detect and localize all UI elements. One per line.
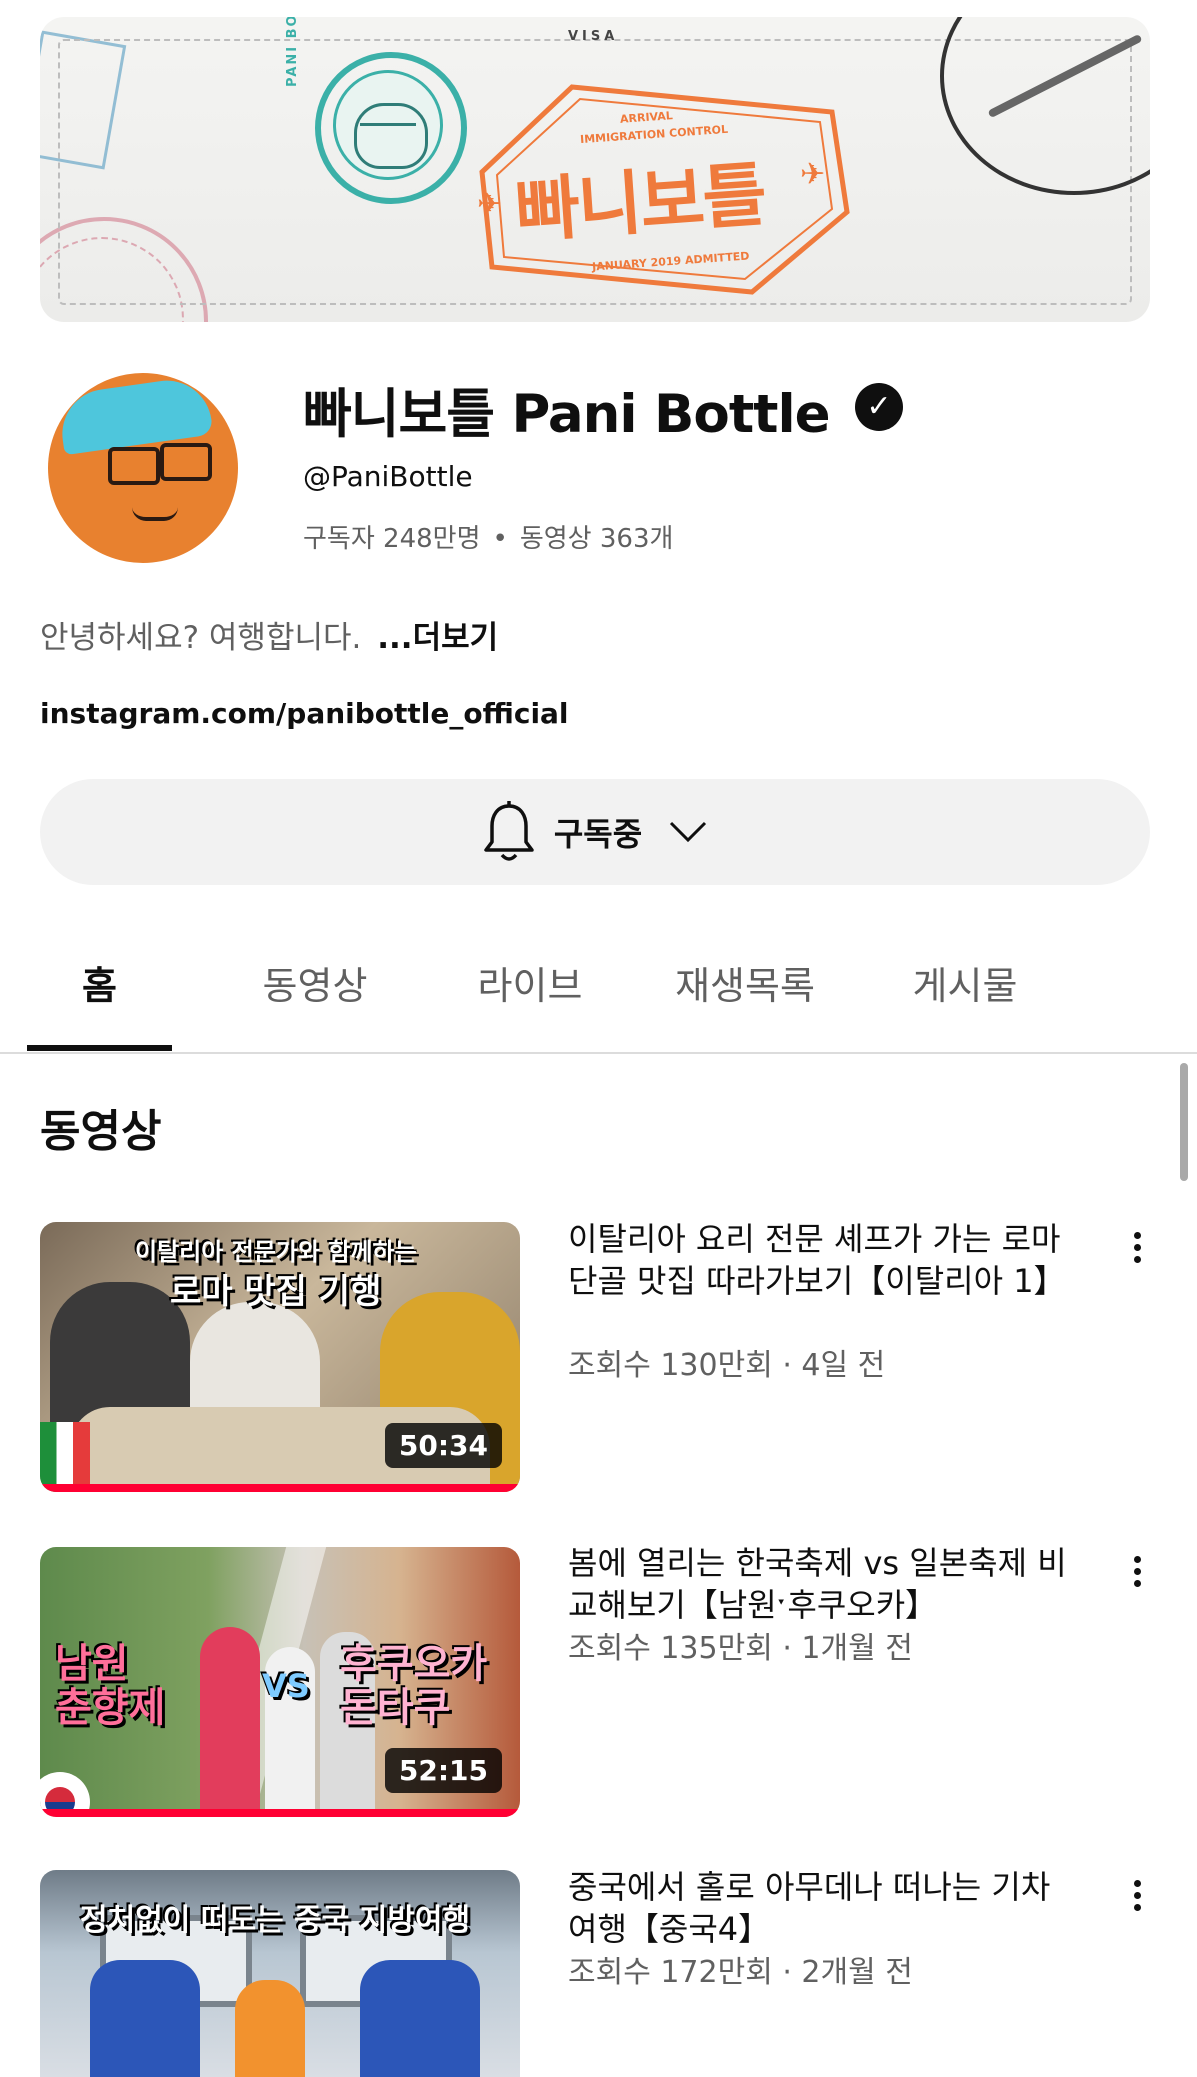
section-title: 동영상 xyxy=(40,1106,162,1157)
more-options-icon[interactable] xyxy=(1125,1876,1149,1926)
more-link[interactable]: ...더보기 xyxy=(377,620,498,656)
bell-icon xyxy=(484,801,534,861)
channel-avatar[interactable] xyxy=(40,365,245,570)
channel-description[interactable]: 안녕하세요? 여행합니다. ...더보기 xyxy=(40,612,498,657)
thumbnail-caption: 정처없이 떠도는 중국 지방여행 xyxy=(80,1903,471,1938)
tab-videos[interactable]: 동영상 xyxy=(235,955,395,1010)
banner-title: 빠니보틀 xyxy=(512,153,768,253)
banner-face-stamp xyxy=(315,52,467,204)
channel-link[interactable]: instagram.com/panibottle_official xyxy=(40,697,569,730)
thumbnail-caption: 이탈리아 전문가와 함께하는 xyxy=(135,1238,417,1266)
subscribed-label: 구독중 xyxy=(553,815,643,853)
verified-check-icon: ✓ xyxy=(855,383,903,431)
tab-home[interactable]: 홈 xyxy=(27,955,172,1010)
tab-playlists[interactable]: 재생목록 xyxy=(660,955,830,1010)
subscribed-button[interactable]: 구독중 xyxy=(40,779,1150,885)
more-options-icon[interactable] xyxy=(1125,1228,1149,1278)
thumbnail-caption: 남원 춘향제 xyxy=(55,1641,166,1731)
video-thumbnail[interactable]: 이탈리아 전문가와 함께하는 로마 맛집 기행 50:34 xyxy=(40,1222,520,1492)
video-meta: 조회수 135만회 · 1개월 전 xyxy=(568,1631,913,1666)
video-title[interactable]: 이탈리아 요리 전문 셰프가 가는 로마 단골 맛집 따라가보기【이탈리아 1】 xyxy=(568,1218,1068,1302)
subscriber-count: 구독자 248만명 xyxy=(303,524,481,554)
banner-visa-label: VISA xyxy=(568,29,619,44)
video-duration: 52:15 xyxy=(384,1748,502,1793)
separator-dot: • xyxy=(492,524,508,554)
airplane-icon: ✈ xyxy=(800,157,826,192)
tab-live[interactable]: 라이브 xyxy=(450,955,610,1010)
italy-flag-icon xyxy=(40,1422,90,1492)
video-duration: 50:34 xyxy=(384,1423,502,1468)
channel-handle: @PaniBottle xyxy=(303,460,473,493)
watch-progress-bar xyxy=(40,1484,520,1492)
tabs-divider xyxy=(0,1052,1197,1054)
video-title[interactable]: 중국에서 홀로 아무데나 떠나는 기차 여행【중국4】 xyxy=(568,1866,1068,1950)
video-meta: 조회수 172만회 · 2개월 전 xyxy=(568,1955,913,1990)
watch-progress-bar xyxy=(40,1809,520,1817)
scrollbar[interactable] xyxy=(1180,1063,1188,1181)
description-text: 안녕하세요? 여행합니다. xyxy=(40,620,362,656)
thumbnail-caption: 로마 맛집 기행 xyxy=(170,1272,382,1312)
channel-stats: 구독자 248만명 • 동영상 363개 xyxy=(303,518,673,555)
video-meta: 조회수 130만회 · 4일 전 xyxy=(568,1348,886,1383)
tab-posts[interactable]: 게시물 xyxy=(885,955,1045,1010)
channel-name: 빠니보틀 Pani Bottle xyxy=(303,384,831,445)
video-title[interactable]: 봄에 열리는 한국축제 vs 일본축제 비교해보기【남원ˑ후쿠오카】 xyxy=(568,1542,1068,1626)
banner-side-text: PANI BOTTLE xyxy=(285,17,300,87)
channel-tabs: 홈 동영상 라이브 재생목록 게시물 xyxy=(0,920,1197,1053)
video-count: 동영상 363개 xyxy=(519,524,674,554)
thumbnail-caption: VS xyxy=(262,1667,310,1705)
video-thumbnail[interactable]: 정처없이 떠도는 중국 지방여행 xyxy=(40,1870,520,2077)
video-thumbnail[interactable]: 남원 춘향제 VS 후쿠오카 돈타쿠 52:15 xyxy=(40,1547,520,1817)
channel-banner: VISA PANI BOTTLE ARRIVAL IMMIGRATION CON… xyxy=(40,17,1150,322)
chevron-down-icon xyxy=(670,821,707,843)
more-options-icon[interactable] xyxy=(1125,1552,1149,1602)
thumbnail-caption: 후쿠오카 돈타쿠 xyxy=(340,1641,488,1731)
active-tab-indicator xyxy=(27,1045,172,1051)
airplane-icon: ✈ xyxy=(477,187,503,222)
